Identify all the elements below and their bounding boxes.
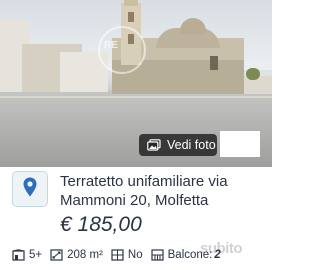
agency-logo[interactable]	[12, 171, 48, 207]
area-value: 208 m²	[67, 249, 103, 261]
feature-area: 208 m²	[50, 249, 103, 261]
garden-value: No	[127, 249, 143, 261]
listing-photo[interactable]: RE Vedi foto	[0, 0, 272, 167]
listing-price: € 185,00	[60, 213, 142, 236]
view-photos-label: Vedi foto	[167, 138, 216, 152]
photo-tower-window	[128, 12, 134, 22]
balcony-icon	[151, 249, 168, 261]
map-pin-icon	[23, 177, 37, 202]
photo-overlay-block	[220, 131, 260, 157]
rooms-icon	[12, 249, 29, 261]
photo-bell-tower-top	[124, 0, 138, 6]
photo-pavement-line	[0, 96, 272, 98]
feature-garden: No	[111, 249, 143, 261]
listing-features: 5+ 208 m² No Balcone: 2	[12, 249, 229, 261]
agency-watermark-text: RE	[104, 40, 118, 51]
listing-card[interactable]: RE Vedi foto Terratetto unifamiliare via…	[0, 0, 272, 270]
feature-rooms: 5+	[12, 249, 42, 261]
garden-icon	[111, 249, 128, 261]
view-photos-button[interactable]: Vedi foto	[139, 134, 217, 156]
subito-watermark: subito	[200, 240, 243, 257]
photo-tree	[246, 68, 260, 80]
gallery-icon	[147, 139, 161, 151]
rooms-value: 5+	[29, 249, 43, 261]
listing-title[interactable]: Terratetto unifamiliare via Mammoni 20, …	[60, 172, 270, 210]
area-icon	[50, 249, 67, 261]
photo-church-window	[210, 56, 218, 70]
